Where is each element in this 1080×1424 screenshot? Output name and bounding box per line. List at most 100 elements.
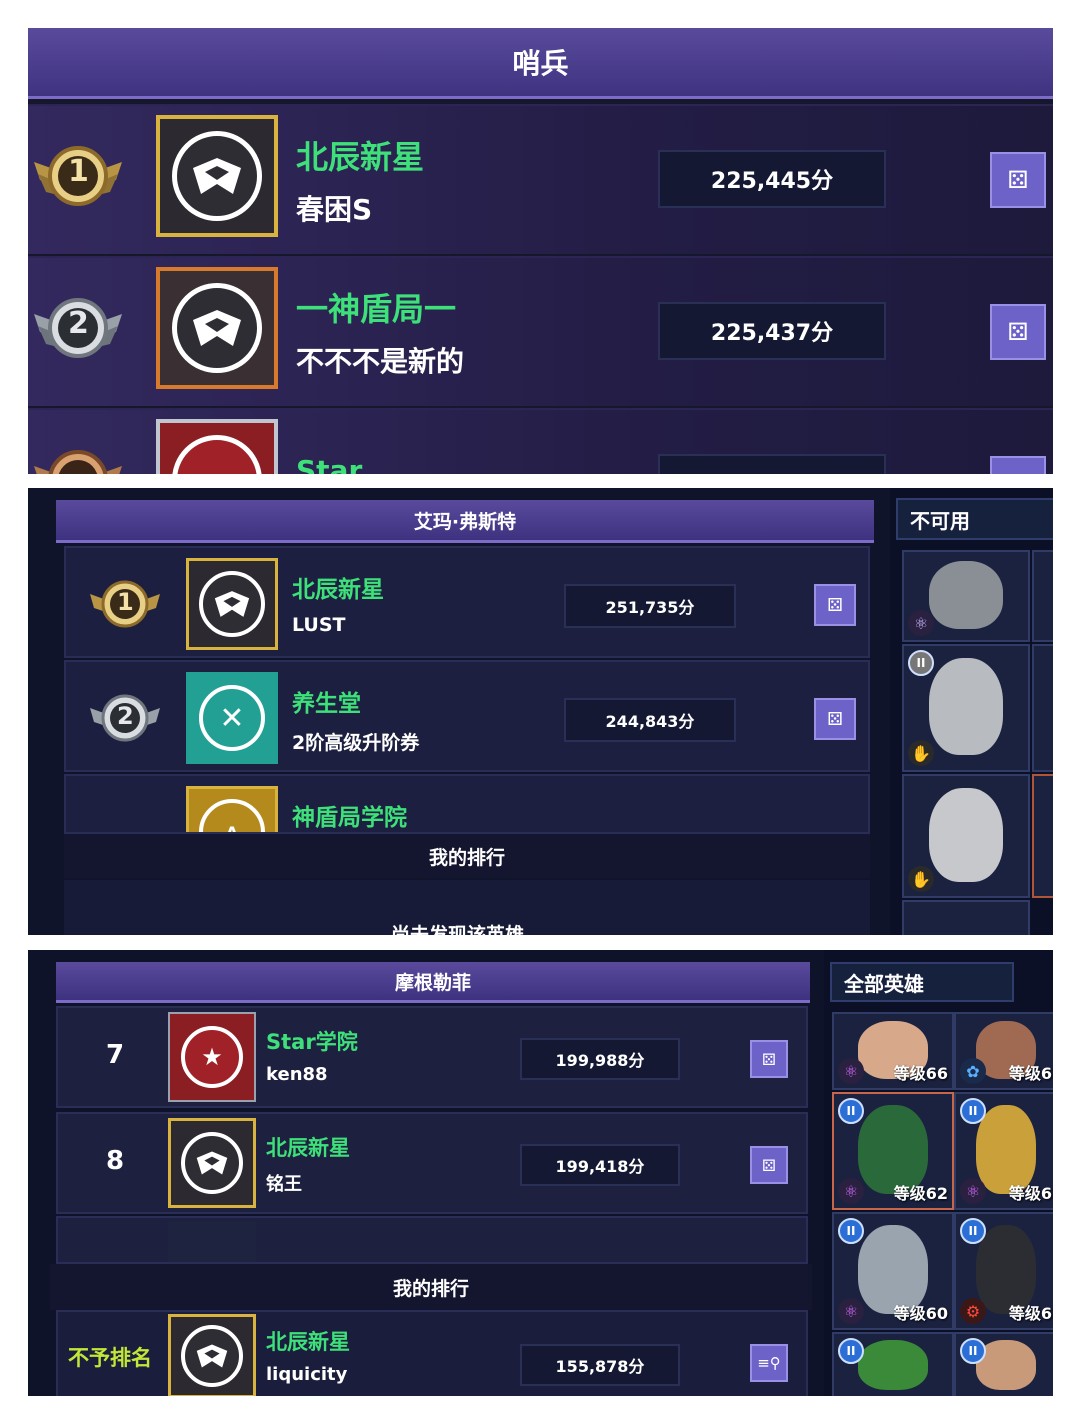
score-box: 199,988分	[520, 1038, 680, 1080]
rank-number: 2	[68, 306, 89, 341]
leaderboard-row[interactable]: 2 一神盾局一 不不不是新的 225,437分 ⚄	[28, 256, 1053, 406]
score-box	[658, 454, 886, 474]
hero-card[interactable]	[1032, 774, 1053, 898]
leaderboard-row[interactable]	[56, 1216, 808, 1264]
leaderboard-row[interactable]: ★ Star	[28, 408, 1053, 474]
profile-search-icon: ⚄	[827, 594, 843, 616]
not-found-text: 尚未发现该英雄。	[390, 924, 543, 935]
profile-search-icon: ⚄	[762, 1155, 776, 1175]
hero-card[interactable]	[1032, 550, 1053, 642]
hero-card[interactable]: ⚛ 等级66	[832, 1012, 954, 1090]
hero-side-panel: 不可用 ⚛ II ✋ ✋	[890, 488, 1053, 935]
mutant-class-icon: ✿	[960, 1058, 986, 1084]
player-name: 养生堂	[292, 691, 361, 717]
silver-rank-medal-icon: 2	[32, 286, 124, 366]
profile-search-icon: ⚄	[1007, 166, 1029, 194]
alliance-avatar[interactable]	[156, 115, 278, 237]
hero-side-panel: 全部英雄 ⚛ 等级66 ✿ 等级6 II ⚛ 等级62 II ⚛ 等级6 II …	[824, 950, 1053, 1396]
cosmic-class-icon: ⚛	[908, 610, 934, 636]
view-profile-button[interactable]: ⚄	[750, 1040, 788, 1078]
shield-eagle-icon	[199, 571, 265, 637]
leaderboard-panel-sentinel: 哨兵 1 北辰新星 春困S 225,445分 ⚄ 2 一神盾局一 不不不是新的 …	[28, 28, 1053, 474]
mystic-class-icon: ✋	[908, 740, 934, 766]
view-profile-button[interactable]: ⚄	[814, 584, 856, 626]
filter-dropdown[interactable]: 全部英雄	[830, 962, 1014, 1002]
hero-card[interactable]: ✋	[902, 774, 1030, 898]
alliance-name: liquicity	[266, 1364, 348, 1385]
alliance-avatar[interactable]: ★	[156, 419, 278, 474]
filter-header[interactable]: 不可用	[896, 498, 1053, 540]
leaderboard-row[interactable]: A 神盾局学院	[64, 774, 870, 834]
leaderboard-row[interactable]: 7 ★ Star学院 ken88 199,988分 ⚄	[56, 1006, 808, 1108]
alliance-avatar[interactable]	[168, 1222, 256, 1262]
alliance-avatar[interactable]: ★	[168, 1012, 256, 1102]
alliance-avatar[interactable]: ✕	[186, 672, 278, 764]
shield-eagle-icon	[181, 1132, 243, 1194]
leaderboard-row[interactable]: 2 ✕ 养生堂 2阶高级升阶券 244,843分 ⚄	[64, 660, 870, 772]
alliance-avatar[interactable]	[156, 267, 278, 389]
panel-title: 哨兵	[28, 28, 1053, 99]
hero-card[interactable]	[1032, 644, 1053, 772]
alliance-avatar[interactable]	[186, 558, 278, 650]
hero-level: 等级6	[1008, 1304, 1052, 1323]
view-profile-button[interactable]: ⚄	[990, 152, 1046, 208]
hero-card[interactable]: ⚛	[902, 550, 1030, 642]
my-rank-header: 我的排行	[64, 834, 870, 878]
panel-title: 摩根勒菲	[56, 962, 810, 1003]
player-name: 北辰新星	[266, 1136, 350, 1160]
profile-search-icon: ⚄	[1007, 318, 1029, 346]
view-profile-button[interactable]: ⚄	[814, 698, 856, 740]
cosmic-class-icon: ⚛	[960, 1178, 986, 1204]
my-rank-row[interactable]: 不予排名 北辰新星 liquicity 155,878分 ≡⚲	[56, 1310, 808, 1396]
hero-card[interactable]: II ⚛ 等级60	[832, 1212, 954, 1330]
my-rank-header: 我的排行	[50, 1264, 812, 1310]
rank-number: 1	[117, 588, 134, 616]
view-profile-button[interactable]	[990, 456, 1046, 474]
hero-card[interactable]: II ✋	[902, 644, 1030, 772]
alliance-avatar[interactable]	[168, 1118, 256, 1208]
hero-card[interactable]: II ⚛ 等级6	[954, 1092, 1053, 1210]
score-box: 199,418分	[520, 1144, 680, 1186]
score-box: 225,445分	[658, 150, 886, 208]
alliance-avatar[interactable]	[168, 1314, 256, 1396]
view-profile-button[interactable]: ⚄	[990, 304, 1046, 360]
alliance-name: LUST	[292, 614, 346, 636]
rank-number: 7	[106, 1040, 125, 1070]
score-box: 225,437分	[658, 302, 886, 360]
profile-search-icon: ⚄	[827, 708, 843, 730]
alliance-name: ken88	[266, 1064, 328, 1085]
leaderboard-panel-morgan-le-fay: 摩根勒菲 7 ★ Star学院 ken88 199,988分 ⚄ 8 北辰新星 …	[28, 950, 1053, 1396]
view-profile-button[interactable]: ⚄	[750, 1146, 788, 1184]
alliance-name: 不不不是新的	[296, 345, 465, 378]
shield-eagle-icon	[181, 1325, 243, 1387]
leaderboard-row[interactable]: 1 北辰新星 LUST 251,735分 ⚄	[64, 546, 870, 658]
player-name: 北辰新星	[296, 138, 425, 176]
rank-number: 8	[106, 1146, 125, 1176]
tech-class-icon: ⚙	[960, 1298, 986, 1324]
view-details-button[interactable]: ≡⚲	[750, 1344, 788, 1382]
hero-card[interactable]: II	[832, 1332, 954, 1396]
hero-level: 等级6	[1008, 1064, 1052, 1083]
hero-card[interactable]: ✿ 等级6	[954, 1012, 1053, 1090]
silver-rank-medal-icon: 2	[88, 686, 162, 748]
gold-rank-medal-icon: 1	[88, 572, 162, 634]
alliance-avatar[interactable]: A	[186, 786, 278, 832]
tier-badge-icon: II	[838, 1338, 864, 1364]
player-name: Star学院	[266, 1030, 358, 1054]
my-rank-message: 尚未发现该英雄。	[64, 880, 870, 935]
hero-card[interactable]: II	[954, 1332, 1053, 1396]
score-box: 155,878分	[520, 1344, 680, 1386]
score-box: 244,843分	[564, 698, 736, 742]
hero-level: 等级6	[1008, 1184, 1052, 1203]
avengers-icon: A	[199, 799, 265, 832]
hero-level: 等级66	[893, 1064, 948, 1083]
rank-number: 1	[68, 154, 89, 189]
hero-card[interactable]: II ⚛ 等级62	[832, 1092, 954, 1210]
cosmic-class-icon: ⚛	[838, 1298, 864, 1324]
hero-card[interactable]	[902, 900, 1030, 935]
leaderboard-row[interactable]: 1 北辰新星 春困S 225,445分 ⚄	[28, 104, 1053, 254]
tier-badge-icon: II	[960, 1218, 986, 1244]
hero-card[interactable]: II ⚙ 等级6	[954, 1212, 1053, 1330]
leaderboard-row[interactable]: 8 北辰新星 铭王 199,418分 ⚄	[56, 1112, 808, 1214]
alliance-name: 春困S	[296, 193, 373, 226]
